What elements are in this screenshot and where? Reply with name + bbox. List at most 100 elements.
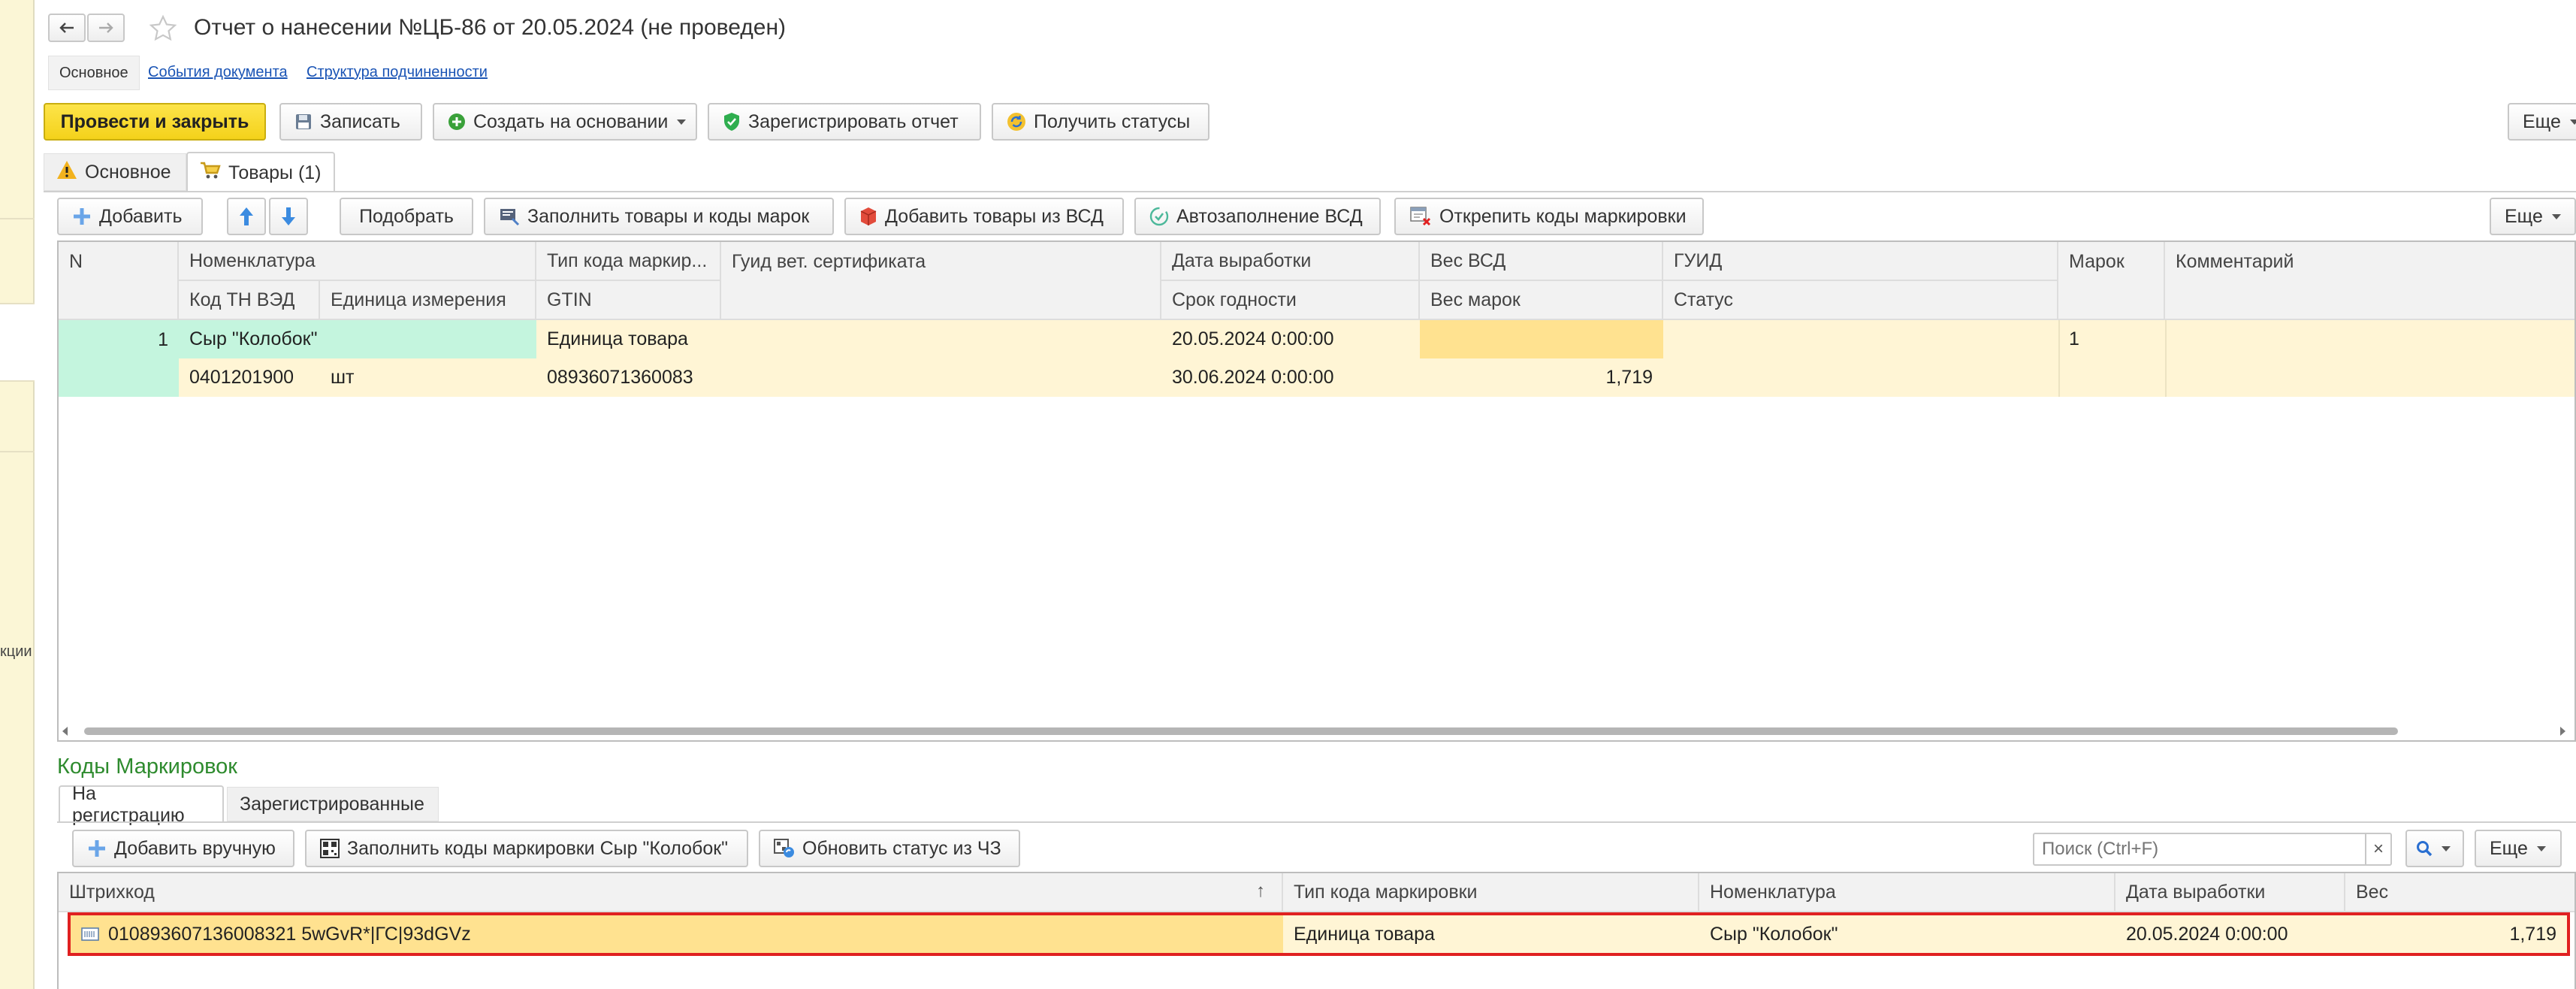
cell-vet-guid[interactable] bbox=[721, 320, 1161, 397]
cell-guid[interactable] bbox=[1663, 320, 2058, 358]
create-based-on-button[interactable]: Создать на основании bbox=[433, 103, 697, 141]
goods-more-label: Еще bbox=[2505, 205, 2543, 227]
update-status-button[interactable]: Обновить статус из ЧЗ bbox=[759, 830, 1020, 867]
scroll-left-icon[interactable] bbox=[62, 727, 69, 736]
arrow-right-icon bbox=[99, 23, 113, 33]
scroll-right-icon[interactable] bbox=[2559, 727, 2566, 736]
fill-marking-codes-button[interactable]: Заполнить коды маркировки Сыр "Колобок" bbox=[305, 830, 748, 867]
fill-goods-codes-button[interactable]: Заполнить товары и коды марок bbox=[484, 198, 834, 235]
fill-marking-codes-label: Заполнить коды маркировки Сыр "Колобок" bbox=[347, 837, 729, 859]
detach-codes-button[interactable]: Открепить коды маркировки bbox=[1394, 198, 1704, 235]
register-report-button[interactable]: Зарегистрировать отчет bbox=[708, 103, 981, 141]
add-button[interactable]: Добавить bbox=[57, 198, 203, 235]
get-statuses-button[interactable]: Получить статусы bbox=[992, 103, 1209, 141]
plus-icon bbox=[72, 207, 92, 226]
column-header-prod-date[interactable]: Дата выработки bbox=[1161, 242, 1420, 281]
cell-gtin[interactable]: 08936071360083 bbox=[536, 358, 721, 397]
column-header-prod-date[interactable]: Дата выработки bbox=[2115, 873, 2345, 912]
floppy-disk-icon bbox=[294, 113, 313, 131]
autofill-check-icon bbox=[1149, 207, 1169, 226]
clear-search-icon[interactable]: × bbox=[2365, 834, 2390, 864]
back-button[interactable] bbox=[48, 14, 86, 42]
cell-n[interactable]: 1 bbox=[59, 320, 179, 397]
box-icon bbox=[859, 206, 877, 227]
post-and-close-label: Провести и закрыть bbox=[60, 110, 249, 132]
plus-circle-icon bbox=[448, 113, 466, 131]
side-panel-divider bbox=[0, 218, 35, 219]
cell-tnved[interactable]: 0401201900 bbox=[179, 358, 320, 397]
column-header-vet-guid[interactable]: Гуид вет. сертификата bbox=[721, 242, 1161, 320]
column-header-comment[interactable]: Комментарий bbox=[2165, 242, 2574, 320]
post-and-close-button[interactable]: Провести и закрыть bbox=[44, 103, 266, 141]
save-label: Записать bbox=[320, 110, 400, 132]
cell-marks[interactable]: 1 bbox=[2058, 320, 2165, 358]
search-input[interactable] bbox=[2034, 834, 2357, 864]
nav-link-events[interactable]: События документа bbox=[148, 64, 288, 81]
favorite-star-icon[interactable] bbox=[147, 14, 179, 47]
goods-more-button[interactable]: Еще bbox=[2490, 198, 2576, 235]
more-button[interactable]: Еще bbox=[2508, 103, 2576, 141]
column-header-code-type[interactable]: Тип кода маркир... bbox=[536, 242, 721, 281]
column-header-status[interactable]: Статус bbox=[1663, 281, 2058, 320]
column-header-unit[interactable]: Единица измерения bbox=[320, 281, 536, 320]
shield-check-icon bbox=[723, 112, 741, 132]
cell-code-type[interactable]: Единица товара bbox=[536, 320, 721, 358]
column-header-guid[interactable]: ГУИД bbox=[1663, 242, 2058, 281]
search-icon bbox=[2417, 841, 2433, 857]
marking-codes-table: Штрихкод ↑ Тип кода маркировки Номенклат… bbox=[57, 872, 2576, 989]
sort-ascending-icon[interactable]: ↑ bbox=[1256, 881, 1265, 902]
search-button[interactable] bbox=[2405, 830, 2464, 867]
marking-section-title: Коды Маркировок bbox=[57, 755, 237, 779]
nav-link-main[interactable]: Основное bbox=[48, 56, 140, 90]
cell-status[interactable] bbox=[1663, 358, 2058, 397]
cell-marks-weight[interactable]: 1,719 bbox=[1420, 358, 1663, 397]
column-header-tnved[interactable]: Код ТН ВЭД bbox=[179, 281, 320, 320]
nav-link-structure[interactable]: Структура подчиненности bbox=[307, 64, 488, 81]
move-down-button[interactable] bbox=[269, 198, 308, 235]
horizontal-scrollbar[interactable] bbox=[59, 722, 2574, 740]
chevron-down-icon bbox=[2442, 845, 2451, 851]
update-status-label: Обновить статус из ЧЗ bbox=[802, 837, 1001, 859]
move-up-button[interactable] bbox=[227, 198, 266, 235]
cell-expiry[interactable]: 30.06.2024 0:00:00 bbox=[1161, 358, 1420, 397]
scrollbar-thumb[interactable] bbox=[84, 727, 2398, 735]
save-button[interactable]: Записать bbox=[279, 103, 422, 141]
column-header-nomenclature[interactable]: Номенклатура bbox=[1699, 873, 2115, 912]
column-header-marks-weight[interactable]: Вес марок bbox=[1420, 281, 1663, 320]
tab-pending-registration[interactable]: На регистрацию bbox=[59, 783, 224, 826]
tab-registered[interactable]: Зарегистрированные bbox=[227, 787, 439, 821]
autofill-vsd-label: Автозаполнение ВСД bbox=[1176, 205, 1363, 227]
tab-main[interactable]: Основное bbox=[44, 153, 186, 191]
pick-button[interactable]: Подобрать bbox=[340, 198, 473, 235]
fill-codes-icon bbox=[499, 207, 520, 226]
column-header-vsd-weight[interactable]: Вес ВСД bbox=[1420, 242, 1663, 281]
warning-icon bbox=[56, 160, 77, 185]
search-box[interactable]: × bbox=[2033, 833, 2392, 866]
side-panel-label[interactable]: кции bbox=[0, 643, 32, 661]
add-from-vsd-button[interactable]: Добавить товары из ВСД bbox=[844, 198, 1124, 235]
cell-comment[interactable] bbox=[2165, 320, 2574, 397]
column-header-nomenclature[interactable]: Номенклатура bbox=[179, 242, 536, 281]
column-header-code-type[interactable]: Тип кода маркировки bbox=[1283, 873, 1699, 912]
cell-nomenclature[interactable]: Сыр "Колобок" bbox=[179, 320, 536, 358]
side-panel: кции bbox=[0, 0, 35, 989]
cell-vsd-weight[interactable] bbox=[1420, 320, 1663, 358]
forward-button[interactable] bbox=[87, 14, 125, 42]
tab-pending-label: На регистрацию bbox=[72, 783, 185, 826]
marking-more-button[interactable]: Еще bbox=[2475, 830, 2562, 867]
tab-goods[interactable]: Товары (1) bbox=[186, 152, 335, 192]
column-header-gtin[interactable]: GTIN bbox=[536, 281, 721, 320]
add-manual-button[interactable]: Добавить вручную bbox=[72, 830, 294, 867]
column-header-n[interactable]: N bbox=[59, 242, 179, 320]
column-header-barcode[interactable]: Штрихкод ↑ bbox=[59, 873, 1283, 912]
column-header-marks[interactable]: Марок bbox=[2058, 242, 2165, 320]
column-header-weight[interactable]: Вес bbox=[2345, 873, 2574, 912]
column-header-expiry[interactable]: Срок годности bbox=[1161, 281, 1420, 320]
plus-icon bbox=[87, 839, 107, 858]
chevron-down-icon bbox=[2536, 845, 2546, 851]
cell-prod-date[interactable]: 20.05.2024 0:00:00 bbox=[1161, 320, 1420, 358]
cell-unit[interactable]: шт bbox=[320, 358, 536, 397]
side-panel-selected-item[interactable] bbox=[0, 303, 35, 382]
autofill-vsd-button[interactable]: Автозаполнение ВСД bbox=[1134, 198, 1381, 235]
side-panel-divider bbox=[0, 451, 35, 452]
